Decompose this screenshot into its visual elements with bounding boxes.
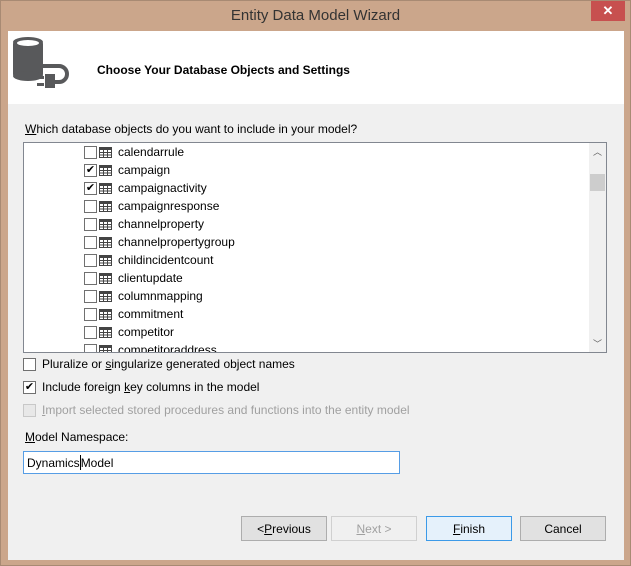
model-namespace-input[interactable]: Dynamics Model: [23, 451, 400, 474]
database-plug-icon: [13, 37, 69, 88]
objects-question-label: Which database objects do you want to in…: [25, 122, 357, 136]
tree-item-checkbox[interactable]: [84, 217, 97, 231]
tree-item[interactable]: ✔ campaignactivity: [84, 179, 207, 197]
tree-item-label: columnmapping: [118, 289, 203, 303]
previous-button[interactable]: < Previous: [241, 516, 327, 541]
tree-item-label: commitment: [118, 307, 184, 321]
tree-item-checkbox[interactable]: [84, 145, 97, 159]
table-icon: [99, 326, 112, 338]
tree-item[interactable]: competitoraddress: [84, 341, 217, 353]
chevron-down-icon: ﹀: [592, 339, 602, 349]
scroll-up-button[interactable]: ︿: [589, 143, 606, 160]
import-procedures-label: Import selected stored procedures and fu…: [42, 403, 410, 417]
tree-item-label: campaignactivity: [118, 181, 207, 195]
tree-item[interactable]: childincidentcount: [84, 251, 213, 269]
table-icon: [99, 236, 112, 248]
tree-item-checkbox[interactable]: ✔: [84, 163, 97, 177]
tree-item[interactable]: clientupdate: [84, 269, 183, 287]
tree-item-label: competitoraddress: [118, 343, 217, 353]
database-objects-tree[interactable]: competitoraddress competitor commitment col…: [23, 142, 607, 353]
table-icon: [99, 146, 112, 158]
finish-button[interactable]: Finish: [426, 516, 512, 541]
tree-item-label: channelproperty: [118, 217, 205, 231]
table-icon: [99, 182, 112, 194]
tree-item-checkbox[interactable]: [84, 199, 97, 213]
tree-item-checkbox[interactable]: [84, 271, 97, 285]
tree-item-label: childincidentcount: [118, 253, 214, 267]
scroll-down-button[interactable]: ﹀: [589, 335, 606, 352]
tree-item[interactable]: commitment: [84, 305, 183, 323]
wizard-header: Choose Your Database Objects and Setting…: [8, 31, 624, 104]
question-text: hich database objects do you want to inc…: [36, 122, 358, 136]
tree-item-label: channelpropertygroup: [118, 235, 235, 249]
tree-item[interactable]: ✔ campaign: [84, 161, 170, 179]
close-button[interactable]: ✕: [591, 1, 625, 21]
table-icon: [99, 272, 112, 284]
close-icon: ✕: [602, 3, 614, 18]
table-icon: [99, 308, 112, 320]
pluralize-option[interactable]: Pluralize or singularize generated objec…: [23, 357, 295, 371]
chevron-up-icon: ︿: [592, 147, 602, 157]
tree-item-checkbox[interactable]: [84, 325, 97, 339]
table-icon: [99, 164, 112, 176]
title-bar[interactable]: Entity Data Model Wizard ✕: [1, 1, 630, 31]
wizard-window: Entity Data Model Wizard ✕ Choose Your D…: [0, 0, 631, 566]
tree-item-checkbox[interactable]: [84, 307, 97, 321]
tree-item[interactable]: channelproperty: [84, 215, 204, 233]
accel-key: W: [25, 122, 37, 136]
namespace-text-before: Dynamics: [27, 455, 80, 470]
tree-item-label: competitor: [118, 325, 175, 339]
tree-item-checkbox[interactable]: ✔: [84, 181, 97, 195]
tree-item[interactable]: competitor: [84, 323, 174, 341]
import-procedures-checkbox: [23, 403, 36, 417]
pluralize-checkbox[interactable]: [23, 357, 36, 371]
foreign-keys-label: Include foreign key columns in the model: [42, 380, 260, 394]
tree-item-label: clientupdate: [118, 271, 183, 285]
pluralize-label: Pluralize or singularize generated objec…: [42, 357, 295, 371]
tree-item-label: calendarrule: [118, 145, 185, 159]
tree-item[interactable]: campaignresponse: [84, 197, 219, 215]
tree-item[interactable]: calendarrule: [84, 143, 184, 161]
table-icon: [99, 254, 112, 266]
cancel-button[interactable]: Cancel: [520, 516, 606, 541]
tree-item-checkbox[interactable]: [84, 343, 97, 352]
table-icon: [99, 290, 112, 302]
table-icon: [99, 218, 112, 230]
tree-item-label: campaign: [118, 163, 171, 177]
wizard-client-area: Choose Your Database Objects and Setting…: [8, 31, 624, 560]
page-title: Choose Your Database Objects and Setting…: [97, 63, 350, 77]
foreign-keys-option[interactable]: ✔ Include foreign key columns in the mod…: [23, 380, 259, 394]
next-button: Next >: [331, 516, 417, 541]
foreign-keys-checkbox[interactable]: ✔: [23, 380, 36, 394]
scroll-thumb[interactable]: [590, 174, 605, 191]
import-procedures-option: Import selected stored procedures and fu…: [23, 403, 410, 417]
vertical-scrollbar[interactable]: ︿ ﹀: [589, 143, 606, 352]
model-namespace-label: Model Namespace:: [25, 430, 129, 444]
table-icon: [99, 344, 112, 352]
tree-item-checkbox[interactable]: [84, 289, 97, 303]
tree-item-label: campaignresponse: [118, 199, 220, 213]
table-icon: [99, 200, 112, 212]
tree-item-checkbox[interactable]: [84, 253, 97, 267]
tree-item[interactable]: columnmapping: [84, 287, 203, 305]
tree-item-checkbox[interactable]: [84, 235, 97, 249]
window-title: Entity Data Model Wizard: [230, 7, 401, 24]
tree-item[interactable]: channelpropertygroup: [84, 233, 235, 251]
namespace-text-after: Model: [80, 455, 114, 470]
